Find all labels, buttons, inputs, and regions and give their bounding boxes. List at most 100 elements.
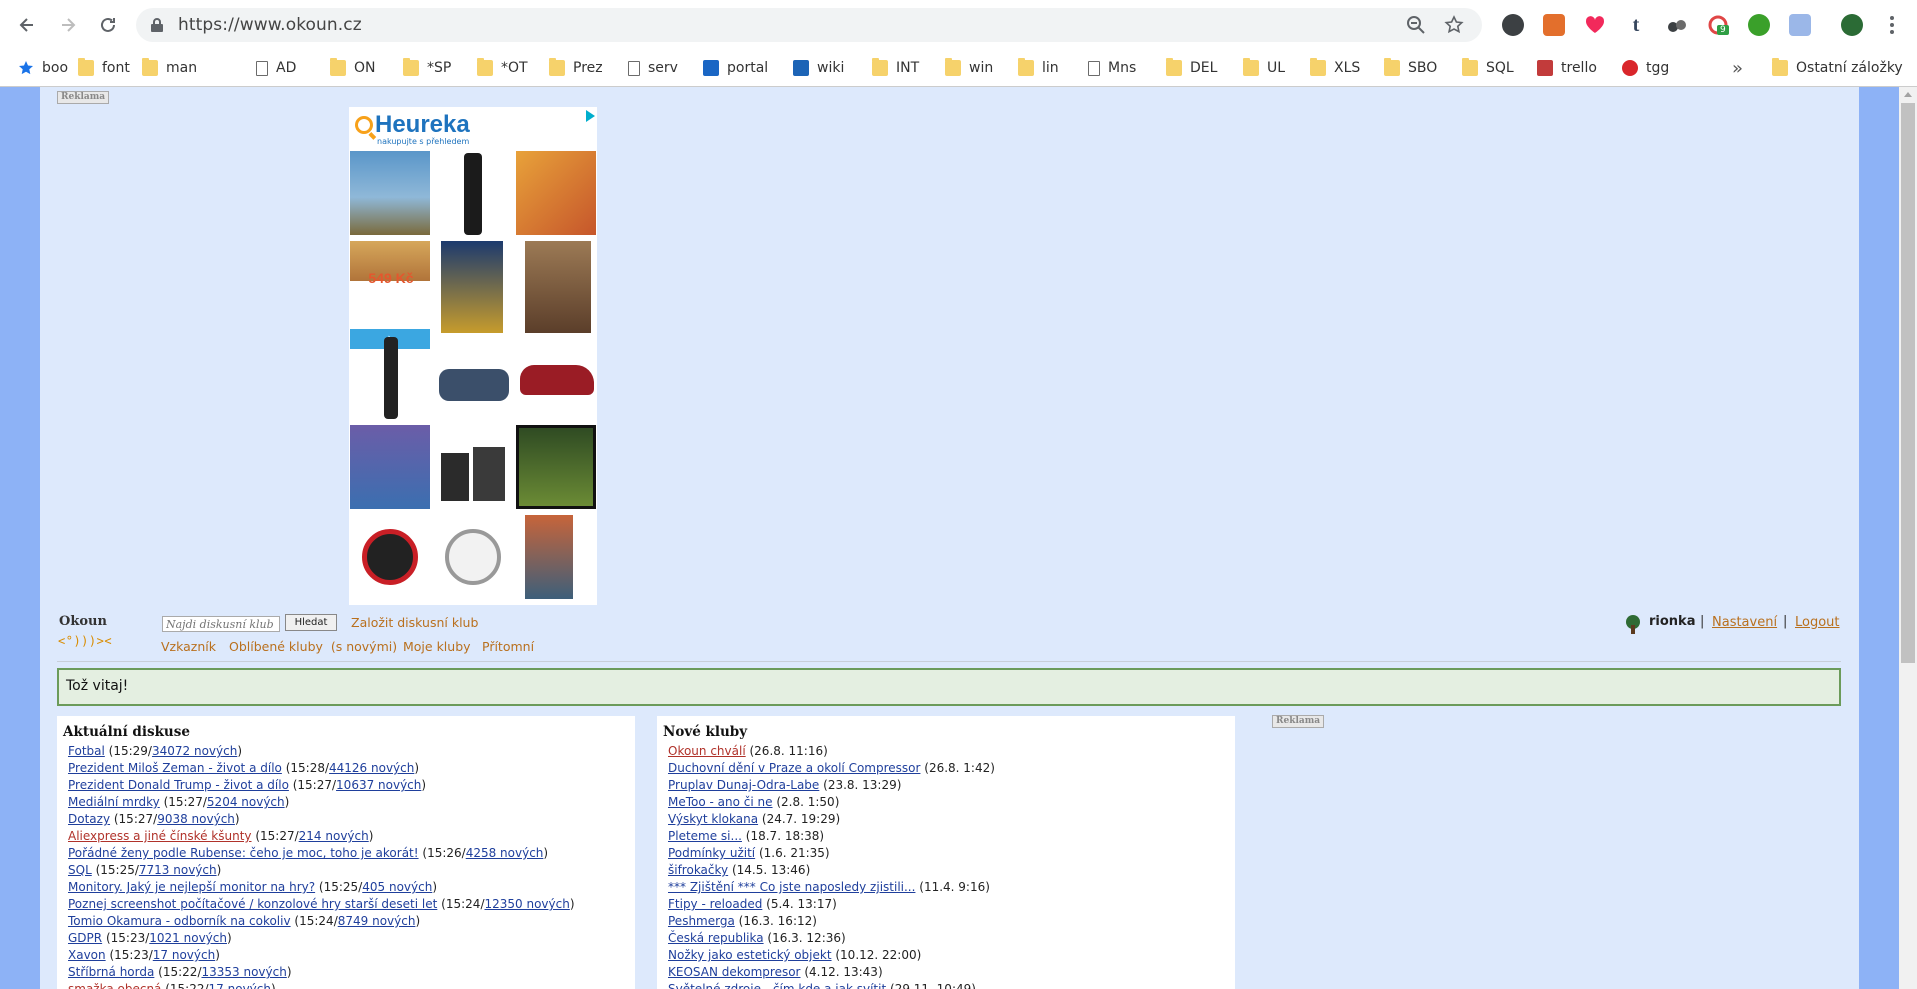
bookmark-win[interactable]: win [945,55,993,81]
new-posts-link[interactable]: 1021 nových [149,931,227,945]
discussion-link[interactable]: Fotbal [68,744,105,758]
discussion-link[interactable]: GDPR [68,931,102,945]
username[interactable]: rionka [1649,614,1695,629]
club-link[interactable]: KEOSAN dekompresor [668,965,801,979]
nav-present-users-link[interactable]: Přítomní [482,639,534,654]
ad-product-red-watch[interactable] [350,515,430,599]
new-posts-link[interactable]: 405 nových [362,880,432,894]
new-posts-link[interactable]: 12350 nových [484,897,569,911]
club-link[interactable]: Podmínky užití [668,846,755,860]
translate-icon[interactable] [1789,14,1811,36]
ad-product-takenoko-game[interactable] [350,425,430,509]
bookmark-sql[interactable]: SQL [1462,55,1514,81]
club-link[interactable]: Výskyt klokana [668,812,758,826]
search-button[interactable]: Hledat [285,614,337,631]
discussion-link[interactable]: Mediální mrdky [68,795,160,809]
binoculars-icon[interactable] [1666,14,1688,36]
bookmark-lin[interactable]: lin [1018,55,1059,81]
new-posts-link[interactable]: 34072 nových [152,744,237,758]
club-link[interactable]: Peshmerga [668,914,735,928]
discussion-link[interactable]: Poznej screenshot počítačové / konzolové… [68,897,437,911]
vertical-scrollbar[interactable] [1899,87,1917,989]
bookmark-int[interactable]: INT [872,55,919,81]
new-posts-link[interactable]: 214 nových [299,829,369,843]
bookmark-on[interactable]: ON [330,55,376,81]
reload-button[interactable] [93,10,123,40]
bookmark-ot[interactable]: *OT [477,55,528,81]
forward-button[interactable] [53,10,83,40]
discussion-link[interactable]: Tomio Okamura - odborník na cokoliv [68,914,291,928]
bookmark-sbo[interactable]: SBO [1384,55,1437,81]
new-posts-link[interactable]: 8749 nových [338,914,416,928]
ad-product-white-watch[interactable] [433,515,513,599]
heureka-ad-banner[interactable]: Heureka nakupujte s přehledem 549 Kč › [349,107,597,605]
ad-product-box-game[interactable] [525,515,573,599]
extension-e-icon[interactable] [1502,14,1524,36]
other-bookmarks[interactable]: Ostatní záložky [1772,55,1903,81]
nav-inbox-link[interactable]: Vzkazník [161,639,216,654]
bookmark-mns[interactable]: Mns [1088,55,1136,81]
discussion-link[interactable]: Monitory. Jaký je nejlepší monitor na hr… [68,880,315,894]
ad-product-board-game-above-below[interactable] [350,151,430,235]
bookmark-boo[interactable]: boo [18,55,68,81]
new-posts-link[interactable]: 4258 nových [466,846,544,860]
ad-product-figurines[interactable] [525,241,591,333]
club-link[interactable]: šifrokačky [668,863,728,877]
ad-product-zetor-game[interactable] [516,151,596,235]
ad-product-sneaker[interactable] [516,335,596,419]
heart-icon[interactable] [1584,14,1606,36]
club-link[interactable]: Světelné zdroje - čím kde a jak svítit [668,982,886,989]
discussion-link[interactable]: Pořádné ženy podle Rubense: čeho je moc,… [68,846,419,860]
club-link[interactable]: Nožky jako estetický objekt [668,948,832,962]
nav-favorite-clubs-link[interactable]: Oblíbené kluby (s novými) [229,639,397,654]
new-posts-link[interactable]: 44126 nových [329,761,414,775]
bookmark-serv[interactable]: serv [628,55,678,81]
ad-product-splendor-game[interactable] [441,241,503,333]
discussion-link[interactable]: SQL [68,863,92,877]
extension-bug-icon[interactable] [1543,14,1565,36]
bookmark-portal[interactable]: portal [703,55,768,81]
back-button[interactable] [12,10,42,40]
discussion-link[interactable]: Prezident Miloš Zeman - život a dílo [68,761,282,775]
bookmark-tgg[interactable]: tgg [1622,55,1669,81]
extension-green-icon[interactable] [1748,14,1770,36]
discussion-link[interactable]: Aliexpress a jiné čínské kšunty [68,829,252,843]
bookmark-trello[interactable]: trello [1537,55,1597,81]
profile-avatar-icon[interactable] [1841,14,1863,36]
new-posts-link[interactable]: 17 nových [153,948,215,962]
club-link[interactable]: Duchovní dění v Praze a okolí Compressor [668,761,920,775]
club-link[interactable]: *** Zjištění *** Co jste naposledy zjist… [668,880,915,894]
club-link[interactable]: Pruplav Dunaj-Odra-Labe [668,778,819,792]
club-link[interactable]: Pleteme si... [668,829,742,843]
bookmark-wiki[interactable]: wiki [793,55,844,81]
club-link[interactable]: Okoun chválí [668,744,746,758]
bookmark-font[interactable]: font [78,55,130,81]
new-posts-link[interactable]: 7713 nových [139,863,217,877]
discussion-link[interactable]: Xavon [68,948,106,962]
bookmark-ad[interactable]: AD [256,55,296,81]
bookmark-man[interactable]: man [142,55,197,81]
adchoices-icon[interactable] [586,110,595,122]
logout-link[interactable]: Logout [1795,615,1840,630]
new-posts-link[interactable]: 9038 nových [157,812,235,826]
bookmarks-overflow-button[interactable]: » [1732,58,1743,79]
new-posts-link[interactable]: 17 nových [209,982,271,989]
discussion-link[interactable]: Stříbrná horda [68,965,154,979]
club-search-input[interactable] [162,616,280,632]
ad-product-cookware-set[interactable] [433,335,513,419]
club-link[interactable]: MeToo - ano či ne [668,795,773,809]
create-club-link[interactable]: Založit diskusní klub [351,615,478,630]
club-link[interactable]: Česká republika [668,931,764,945]
bookmark-prez[interactable]: Prez [549,55,603,81]
bookmark-star-icon[interactable] [1444,15,1464,35]
ad-product-remote-control[interactable] [433,151,513,235]
nav-my-clubs-link[interactable]: Moje kluby [403,639,471,654]
scrollbar-thumb[interactable] [1901,103,1915,663]
more-vert-icon[interactable] [1882,14,1902,36]
bookmark-del[interactable]: DEL [1166,55,1217,81]
bookmark-ul[interactable]: UL [1243,55,1285,81]
bookmark-xls[interactable]: XLS [1310,55,1360,81]
tumblr-icon[interactable]: t [1625,14,1647,36]
address-bar[interactable]: https://www.okoun.cz [136,8,1482,42]
discussion-link[interactable]: Prezident Donald Trump - život a dílo [68,778,289,792]
